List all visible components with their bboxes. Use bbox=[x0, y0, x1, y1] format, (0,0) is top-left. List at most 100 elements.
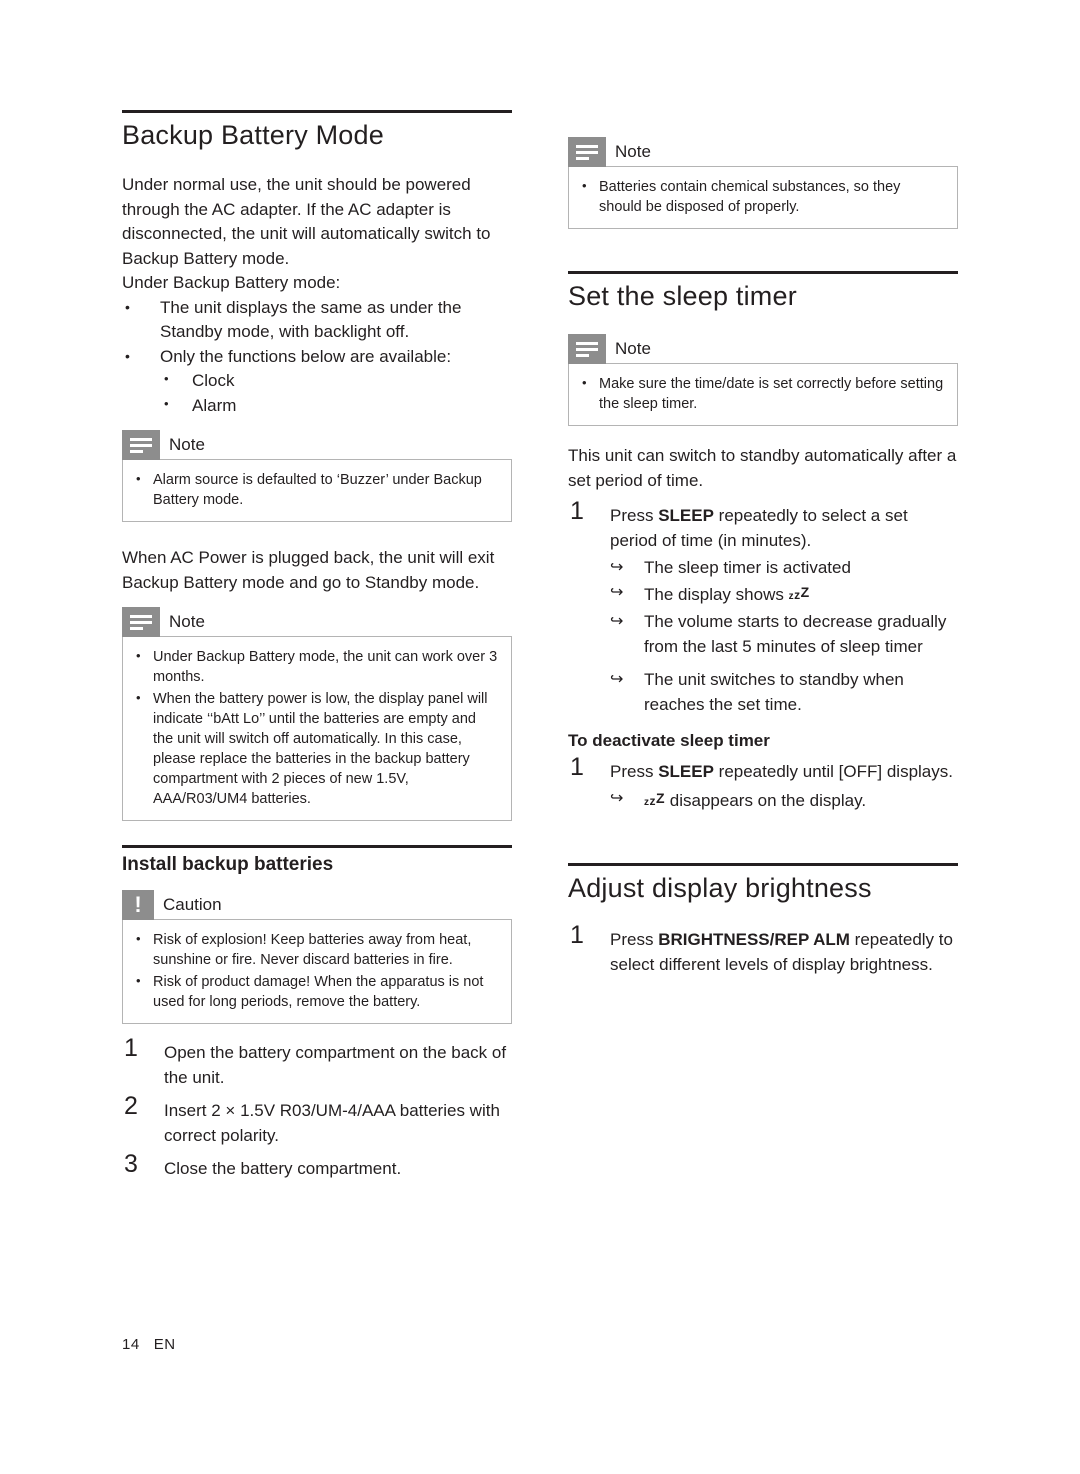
arrow-icon: ↪ bbox=[610, 790, 624, 808]
key-label-brightness: BRIGHTNESS/REP ALM bbox=[658, 929, 850, 949]
step-text-pre: Press bbox=[610, 506, 659, 526]
deactivate-result-list: ↪ zzZ disappears on the display. bbox=[610, 786, 958, 815]
list-item: Under Backup Battery mode, the unit can … bbox=[131, 646, 499, 687]
list-item: Only the functions below are available: … bbox=[122, 344, 512, 419]
caution-label: Caution bbox=[163, 895, 222, 915]
step-number: 1 bbox=[570, 920, 584, 949]
backup-battery-sub-list: Clock Alarm bbox=[160, 367, 512, 419]
document-page: Backup Battery Mode Under normal use, th… bbox=[0, 0, 1080, 1474]
note-label: Note bbox=[615, 339, 651, 359]
list-item: Make sure the time/date is set correctly… bbox=[577, 373, 945, 414]
right-column: Note Batteries contain chemical substanc… bbox=[568, 110, 958, 977]
list-item: 3 Close the battery compartment. bbox=[122, 1152, 512, 1181]
list-item: ↪ The volume starts to decrease graduall… bbox=[610, 609, 958, 659]
note-body: Under Backup Battery mode, the unit can … bbox=[122, 636, 512, 822]
sleep-timer-title: Set the sleep timer bbox=[568, 281, 797, 311]
step-text: Open the battery compartment on the back… bbox=[164, 1043, 507, 1088]
note-header: Note bbox=[122, 430, 512, 461]
caution-box-batteries: ! Caution Risk of explosion! Keep batter… bbox=[122, 890, 512, 1025]
arrow-icon: ↪ bbox=[610, 613, 624, 631]
brightness-steps: 1 Press BRIGHTNESS/REP ALM repeatedly to… bbox=[568, 922, 958, 977]
install-backup-batteries-title: Install backup batteries bbox=[122, 854, 334, 876]
note-body: Make sure the time/date is set correctly… bbox=[568, 363, 958, 427]
step-text-pre: Press bbox=[610, 929, 659, 949]
note-body: Batteries contain chemical substances, s… bbox=[568, 166, 958, 229]
list-item: 1 Press SLEEP repeatedly until [OFF] dis… bbox=[568, 755, 958, 815]
list-item: ↪ The display shows zzZ bbox=[610, 580, 958, 609]
note-icon bbox=[122, 607, 160, 638]
sleep-timer-paragraph: This unit can switch to standby automati… bbox=[568, 446, 957, 490]
caution-header: ! Caution bbox=[122, 890, 512, 921]
list-item-label: disappears on the display. bbox=[665, 791, 867, 811]
section-rule bbox=[568, 863, 958, 867]
note-label: Note bbox=[169, 435, 205, 455]
step-text-post: repeatedly until [OFF] displays. bbox=[713, 762, 953, 782]
note-header: Note bbox=[568, 334, 958, 365]
list-item: Batteries contain chemical substances, s… bbox=[577, 176, 945, 217]
list-item: Alarm source is defaulted to ‘Buzzer’ un… bbox=[131, 469, 499, 510]
deactivate-steps: 1 Press SLEEP repeatedly until [OFF] dis… bbox=[568, 755, 958, 815]
section-rule bbox=[122, 110, 512, 113]
list-item: When the battery power is low, the displ… bbox=[131, 688, 499, 809]
page-language: EN bbox=[153, 1336, 176, 1353]
left-column: Backup Battery Mode Under normal use, th… bbox=[122, 110, 512, 1181]
zzz-icon: zzZ bbox=[788, 584, 810, 603]
list-item: 1 Open the battery compartment on the ba… bbox=[122, 1036, 512, 1090]
backup-battery-paragraph-1: Under normal use, the unit should be pow… bbox=[122, 175, 491, 268]
key-label-sleep: SLEEP bbox=[658, 506, 714, 526]
step-number: 2 bbox=[124, 1092, 138, 1121]
section-rule bbox=[568, 271, 958, 274]
note-header: Note bbox=[568, 137, 958, 167]
step-number: 3 bbox=[124, 1150, 138, 1179]
list-item: Alarm bbox=[160, 392, 512, 419]
page-number: 14 bbox=[122, 1336, 140, 1353]
step-text-pre: Press bbox=[610, 762, 659, 782]
list-item: ↪ The sleep timer is activated bbox=[610, 555, 958, 580]
section-rule bbox=[122, 845, 512, 849]
backup-battery-bullet-list: The unit displays the same as under the … bbox=[122, 295, 512, 419]
step-number: 1 bbox=[570, 497, 584, 526]
list-item: 1 Press SLEEP repeatedly to select a set… bbox=[568, 499, 958, 717]
arrow-icon: ↪ bbox=[610, 671, 624, 689]
list-item: 1 Press BRIGHTNESS/REP ALM repeatedly to… bbox=[568, 922, 958, 977]
note-box-time-date: Note Make sure the time/date is set corr… bbox=[568, 334, 958, 427]
note-box-chemical-substances: Note Batteries contain chemical substanc… bbox=[568, 137, 958, 229]
caution-body: Risk of explosion! Keep batteries away f… bbox=[122, 919, 512, 1025]
note-box-alarm-source: Note Alarm source is defaulted to ‘Buzze… bbox=[122, 430, 512, 523]
note-icon bbox=[122, 430, 160, 461]
list-item-label: The unit switches to standby when reache… bbox=[644, 670, 904, 715]
step-text: Close the battery compartment. bbox=[164, 1159, 402, 1179]
key-label-sleep: SLEEP bbox=[658, 762, 714, 782]
note-header: Note bbox=[122, 607, 512, 638]
list-item: 2 Insert 2 × 1.5V R03/UM-4/AAA batteries… bbox=[122, 1094, 512, 1148]
arrow-icon: ↪ bbox=[610, 584, 624, 602]
list-item: ↪ zzZ disappears on the display. bbox=[610, 786, 958, 815]
list-item: Clock bbox=[160, 367, 512, 394]
list-item: The unit displays the same as under the … bbox=[122, 295, 512, 345]
step-number: 1 bbox=[124, 1034, 138, 1063]
note-label: Note bbox=[169, 612, 205, 632]
note-box-battery-life: Note Under Backup Battery mode, the unit… bbox=[122, 607, 512, 822]
list-item: Risk of product damage! When the apparat… bbox=[131, 971, 499, 1012]
arrow-icon: ↪ bbox=[610, 559, 624, 577]
backup-battery-paragraph-2: Under Backup Battery mode: bbox=[122, 273, 341, 293]
page-footer: 14 EN bbox=[122, 1336, 176, 1353]
install-steps-list: 1 Open the battery compartment on the ba… bbox=[122, 1036, 512, 1181]
step-text: Insert 2 × 1.5V R03/UM-4/AAA batteries w… bbox=[164, 1101, 500, 1146]
backup-battery-paragraph-3: When AC Power is plugged back, the unit … bbox=[122, 548, 495, 592]
list-item-label: The volume starts to decrease gradually … bbox=[644, 612, 947, 657]
note-icon bbox=[568, 137, 606, 167]
page-title: Backup Battery Mode bbox=[122, 120, 384, 150]
list-item-label: Only the functions below are available: bbox=[160, 346, 452, 366]
deactivate-sleep-timer-title: To deactivate sleep timer bbox=[568, 731, 770, 751]
note-label: Note bbox=[615, 142, 651, 161]
adjust-brightness-title: Adjust display brightness bbox=[568, 873, 872, 904]
list-item-label: The sleep timer is activated bbox=[644, 558, 851, 578]
zzz-icon: zzZ bbox=[644, 790, 666, 809]
list-item-label: The display shows bbox=[644, 585, 789, 605]
list-item: Risk of explosion! Keep batteries away f… bbox=[131, 929, 499, 970]
note-icon bbox=[568, 334, 606, 365]
caution-icon: ! bbox=[122, 890, 154, 921]
sleep-timer-steps: 1 Press SLEEP repeatedly to select a set… bbox=[568, 499, 958, 717]
sleep-timer-result-list: ↪ The sleep timer is activated ↪ The dis… bbox=[610, 555, 958, 717]
